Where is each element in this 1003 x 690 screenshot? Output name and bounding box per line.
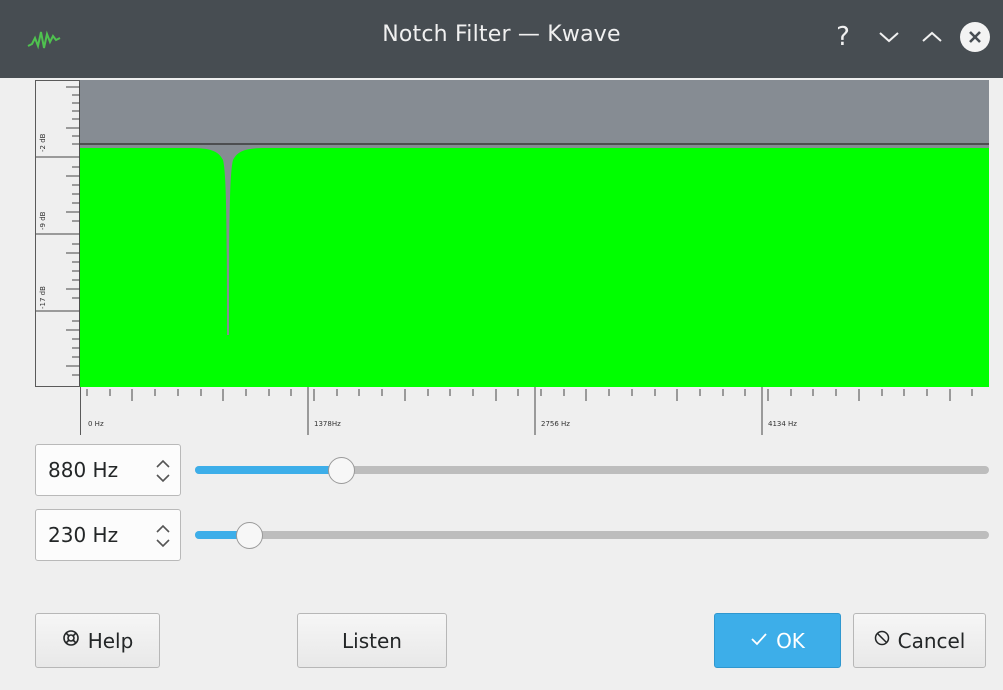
x-label-2756hz: 2756 Hz: [541, 420, 570, 428]
x-label-1378hz: 1378Hz: [314, 420, 341, 428]
frequency-row: 880 Hz: [35, 444, 989, 496]
question-mark-icon: ?: [836, 22, 850, 52]
frequency-spinbox[interactable]: 880 Hz: [35, 444, 181, 496]
close-icon: [960, 22, 990, 52]
slider-handle[interactable]: [236, 522, 263, 549]
listen-button-label: Listen: [342, 628, 402, 653]
bandwidth-value: 230 Hz: [48, 523, 119, 547]
ok-button[interactable]: OK: [714, 613, 841, 668]
help-titlebar-button[interactable]: ?: [826, 20, 860, 54]
minimize-button[interactable]: [872, 20, 906, 54]
bandwidth-spinbox[interactable]: 230 Hz: [35, 509, 181, 561]
frequency-value: 880 Hz: [48, 458, 119, 482]
lifebuoy-icon: [62, 629, 80, 652]
slider-fill: [195, 466, 342, 474]
x-label-4134hz: 4134 Hz: [768, 420, 797, 428]
response-curve-fill: [80, 148, 989, 387]
ok-button-label: OK: [776, 628, 805, 653]
cancel-button-label: Cancel: [897, 628, 966, 653]
title-bar: Notch Filter — Kwave ?: [0, 0, 1003, 78]
help-button[interactable]: Help: [35, 613, 160, 668]
spin-arrows-icon[interactable]: [154, 522, 172, 550]
cancel-button[interactable]: Cancel: [853, 613, 986, 668]
y-axis-scale: -2 dB -9 dB -17 dB: [35, 80, 81, 387]
x-axis-scale: 0 Hz 1378Hz 2756 Hz 4134 Hz: [80, 387, 989, 435]
chevron-up-icon: [922, 31, 942, 42]
y-label-minus-17: -17 dB: [39, 286, 47, 309]
listen-button[interactable]: Listen: [297, 613, 447, 668]
response-plot: [80, 80, 989, 387]
y-label-minus-2: -2 dB: [39, 133, 47, 152]
slider-track[interactable]: [195, 531, 989, 539]
cancel-icon: [874, 630, 890, 651]
bandwidth-row: 230 Hz: [35, 509, 989, 561]
checkmark-icon: [750, 630, 768, 651]
x-label-0hz: 0 Hz: [88, 420, 104, 428]
y-label-minus-9: -9 dB: [39, 211, 47, 230]
spin-arrows-icon[interactable]: [154, 457, 172, 485]
slider-handle[interactable]: [328, 457, 355, 484]
maximize-button[interactable]: [915, 20, 949, 54]
frequency-slider[interactable]: [195, 444, 989, 496]
close-button[interactable]: [958, 20, 992, 54]
frequency-response-graph: -2 dB -9 dB -17 dB 0 Hz 1378Hz 2756 Hz 4…: [35, 80, 989, 435]
help-button-label: Help: [87, 628, 134, 653]
bandwidth-slider[interactable]: [195, 509, 989, 561]
chevron-down-icon: [879, 32, 899, 43]
